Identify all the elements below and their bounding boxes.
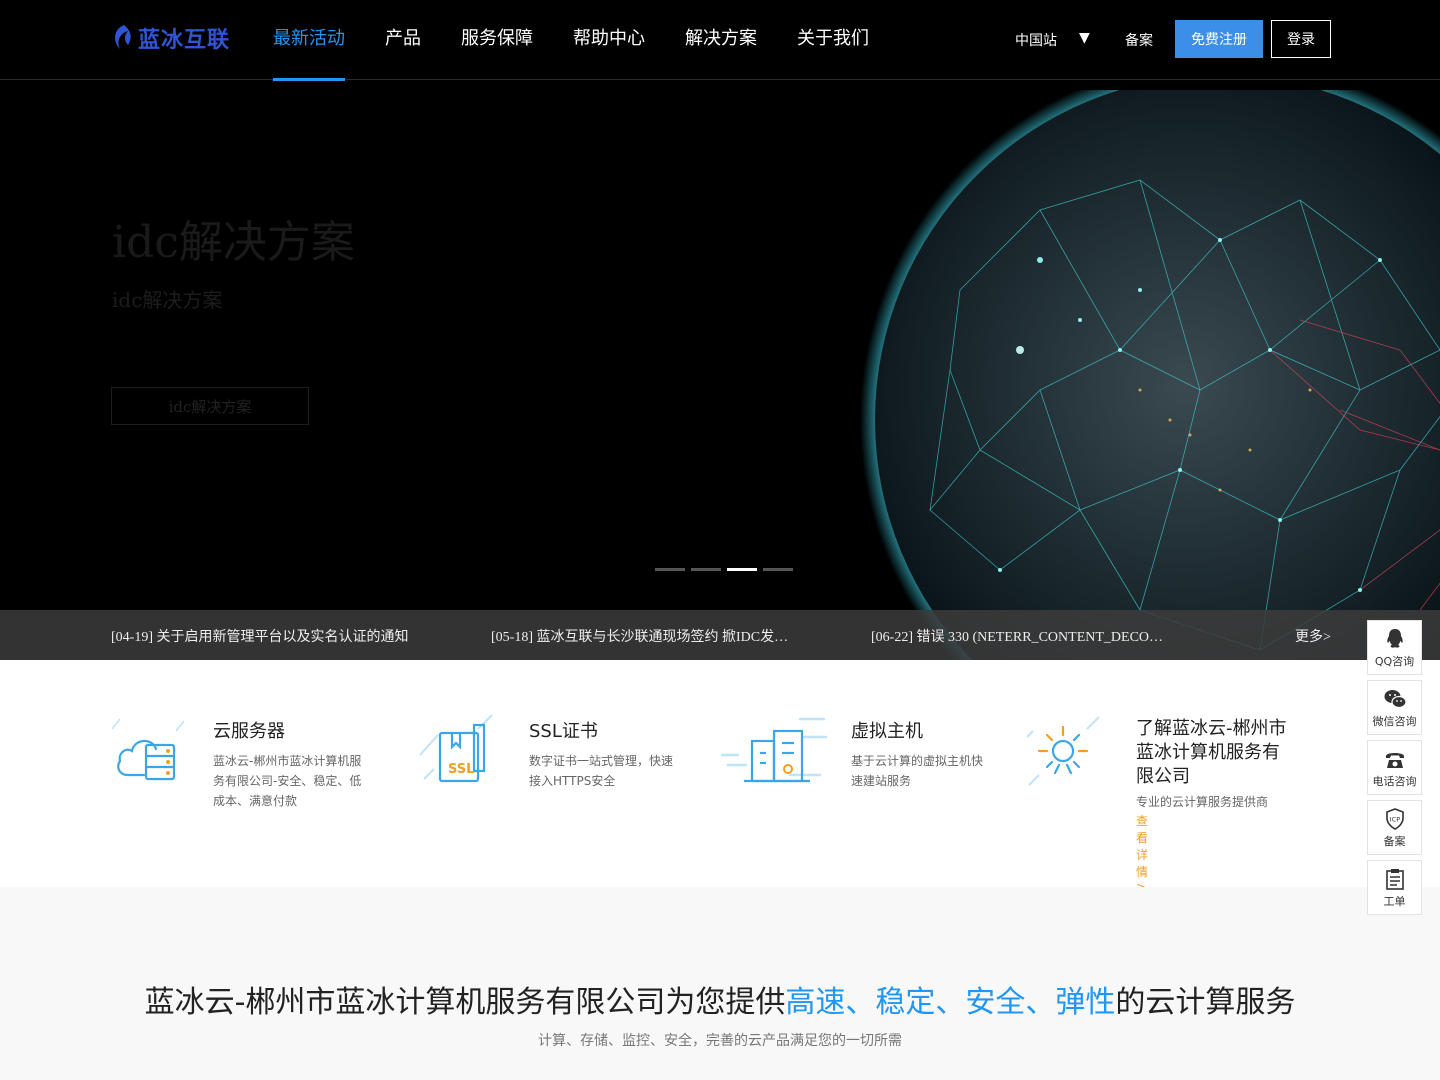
site-logo[interactable]: 蓝冰互联: [110, 22, 230, 54]
wechat-icon: [1384, 689, 1407, 708]
nav-about-us[interactable]: 关于我们: [797, 0, 869, 80]
wechat-consult-button[interactable]: 微信咨询: [1367, 680, 1422, 735]
nav-solutions[interactable]: 解决方案: [685, 0, 757, 80]
hero-title: idc解决方案: [112, 217, 355, 268]
view-details-link[interactable]: 查看详情 >: [1136, 812, 1148, 894]
intro-title-highlight: 高速、稳定、安全、弹性: [785, 985, 1116, 1020]
carousel-dot-active[interactable]: [727, 568, 757, 571]
feature-title: SSL证书: [529, 721, 598, 742]
icp-icon: ICP: [1385, 807, 1404, 830]
side-toolbar: QQ咨询 微信咨询 电话咨询 ICP 备案 工单: [1367, 620, 1422, 920]
main-nav: 最新活动 产品 服务保障 帮助中心 解决方案 关于我们: [273, 0, 909, 81]
region-selector[interactable]: 中国站 ▼: [1015, 30, 1090, 50]
region-label: 中国站: [1015, 33, 1057, 49]
feature-title: 虚拟主机: [851, 721, 923, 742]
beian-link[interactable]: 备案: [1125, 30, 1153, 50]
logo-text: 蓝冰互联: [138, 28, 231, 53]
carousel-dot[interactable]: [763, 568, 793, 571]
feature-title: 云服务器: [213, 721, 285, 742]
hero-subtitle: idc解决方案: [112, 288, 223, 312]
virtual-host-icon: [720, 717, 828, 783]
logo-swirl-icon: [115, 25, 131, 49]
feature-description: 数字证书一站式管理，快速接入HTTPS安全: [529, 754, 674, 788]
feature-description: 蓝冰云-郴州市蓝冰计算机服务有限公司-安全、稳定、低成本、满意付款: [213, 754, 362, 808]
network-globe-image: [860, 90, 1440, 660]
nav-service-guarantee[interactable]: 服务保障: [461, 0, 533, 80]
nav-help-center[interactable]: 帮助中心: [573, 0, 645, 80]
icp-beian-button[interactable]: ICP 备案: [1367, 800, 1422, 855]
intro-section: 蓝冰云-郴州市蓝冰计算机服务有限公司为您提供高速、稳定、安全、弹性的云计算服务 …: [0, 887, 1440, 1080]
news-item[interactable]: [06-22] 错误 330 (NETERR_CONTENT_DECODING_…: [871, 626, 1166, 646]
news-item[interactable]: [05-18] 蓝冰互联与长沙联通现场签约 掀IDC发展新篇章: [491, 626, 801, 646]
feature-description: 专业的云计算服务提供商: [1136, 795, 1269, 809]
intro-title: 蓝冰云-郴州市蓝冰计算机服务有限公司为您提供高速、稳定、安全、弹性的云计算服务: [144, 985, 1296, 1020]
carousel-dot[interactable]: [655, 568, 685, 571]
login-button[interactable]: 登录: [1271, 20, 1331, 58]
feature-title: 了解蓝冰云-郴州市蓝冰计算机服务有限公司: [1136, 718, 1287, 787]
cloud-server-icon: [111, 718, 185, 781]
ssl-certificate-icon: SSL: [419, 715, 493, 783]
intro-subtitle: 计算、存储、监控、安全，完善的云产品满足您的一切所需: [538, 1033, 902, 1049]
hero-cta-button[interactable]: idc解决方案: [111, 387, 309, 425]
chevron-down-icon: ▼: [1079, 30, 1090, 46]
free-register-button[interactable]: 免费注册: [1175, 20, 1263, 58]
qq-icon: [1386, 628, 1403, 648]
svg-text:ICP: ICP: [1389, 815, 1399, 823]
feature-description: 基于云计算的虚拟主机快速建站服务: [851, 754, 984, 788]
phone-consult-button[interactable]: 电话咨询: [1367, 740, 1422, 795]
news-ticker: [04-19] 关于启用新管理平台以及实名认证的通知 [05-18] 蓝冰互联与…: [0, 610, 1440, 660]
sun-icon: [1026, 716, 1100, 786]
hero-banner: idc解决方案 idc解决方案 idc解决方案 [04-19] 关于启用新管理平…: [0, 80, 1440, 660]
carousel-dot[interactable]: [691, 568, 721, 571]
carousel-indicators: [655, 568, 793, 571]
svg-text:SSL: SSL: [448, 762, 474, 777]
ticket-button[interactable]: 工单: [1367, 860, 1422, 915]
ticket-icon: [1385, 868, 1404, 890]
nav-latest-activities[interactable]: 最新活动: [273, 0, 345, 81]
phone-icon: [1385, 752, 1404, 768]
news-more-link[interactable]: 更多>: [1295, 626, 1331, 646]
top-header: 蓝冰互联 最新活动 产品 服务保障 帮助中心 解决方案 关于我们 中国站 ▼ 备…: [0, 0, 1440, 81]
qq-consult-button[interactable]: QQ咨询: [1367, 620, 1422, 675]
nav-products[interactable]: 产品: [385, 0, 421, 80]
news-item[interactable]: [04-19] 关于启用新管理平台以及实名认证的通知: [111, 626, 421, 646]
feature-section: 云服务器 蓝冰云-郴州市蓝冰计算机服务有限公司-安全、稳定、低成本、满意付款 S…: [0, 660, 1440, 894]
